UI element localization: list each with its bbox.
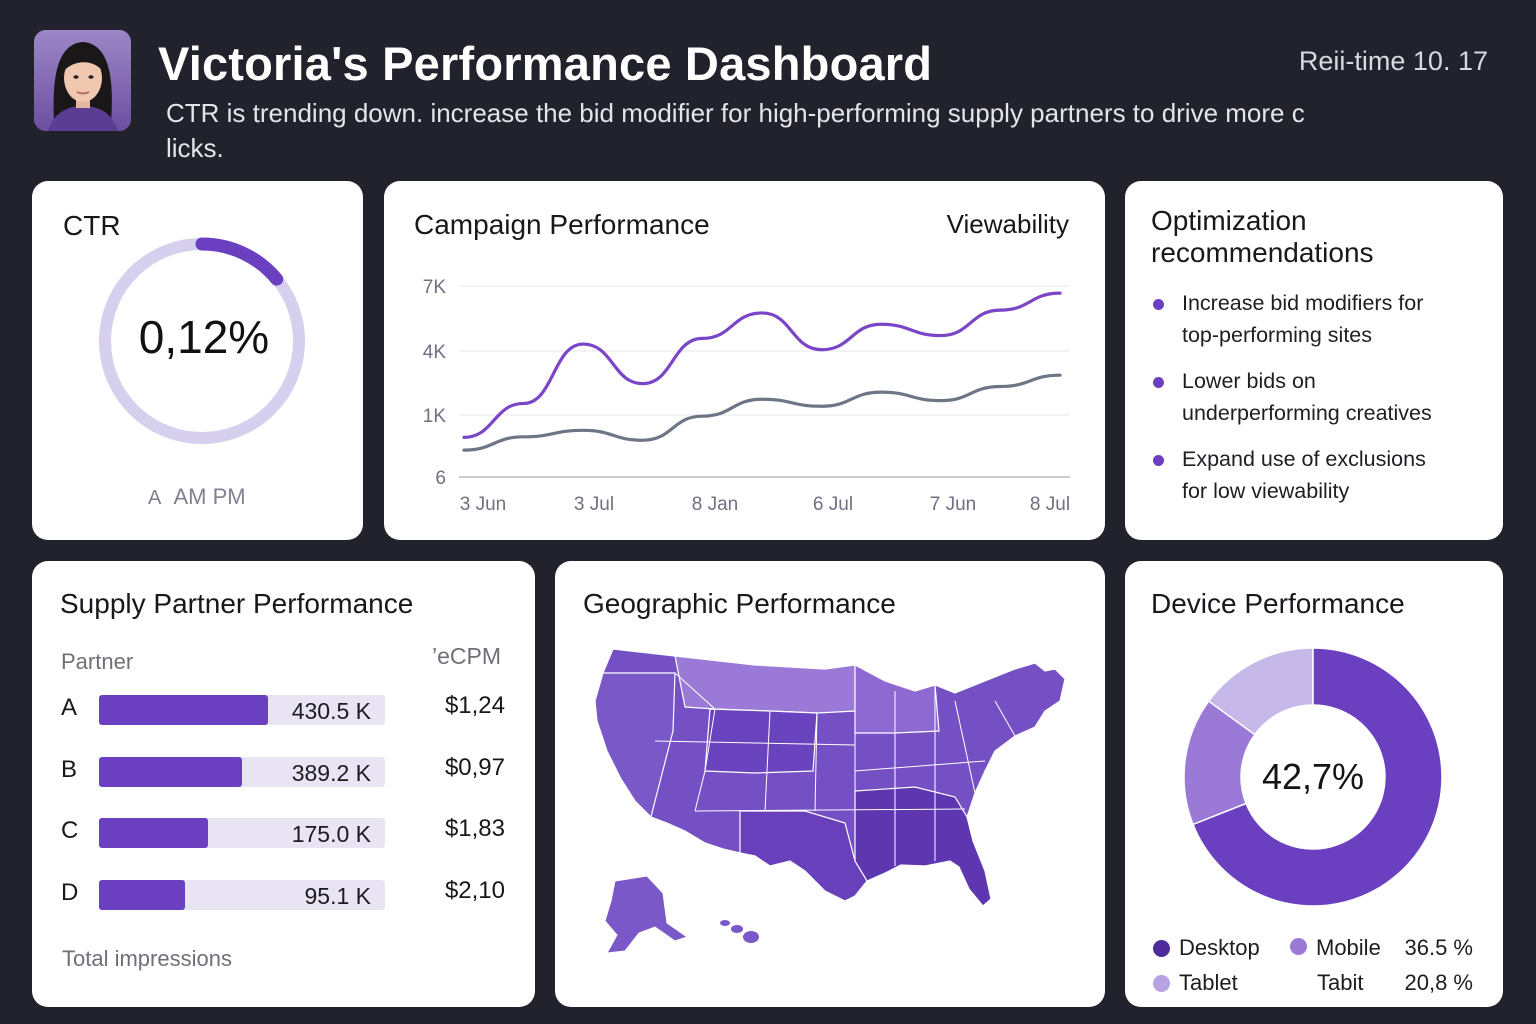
recommendation-text: underperforming creatives [1182,401,1432,425]
impressions-value: 430.5 K [291,698,371,724]
ctr-foot-label: AM PM [173,484,246,509]
legend-mobile-dot-icon [1290,938,1307,955]
column-header-ecpm[interactable]: ’eCPM [432,643,501,670]
y-tick-label: 7K [423,277,447,298]
supply-title: Supply Partner Performance [60,588,414,619]
realtime-clock: Reii-time 10. 17 [1298,46,1488,76]
geographic-performance-card[interactable]: Geographic Performance [555,561,1105,1007]
impressions-bar: 389.2 K [99,757,385,787]
legend-mobile-label[interactable]: Mobile [1316,935,1381,961]
legend-tablet-label[interactable]: Tablet [1179,970,1238,996]
x-tick-label: 3 Jun [460,494,506,515]
column-header-partner[interactable]: Partner [61,649,133,675]
partner-row[interactable]: C 175.0 K $1,83 [32,813,535,853]
x-tick-label: 8 Jul [1030,494,1070,515]
ctr-card[interactable]: CTR 0,12% A AM PM [32,181,363,540]
us-northwest-region [674,655,856,714]
partner-name: D [61,879,79,906]
recommendation-text: top-performing sites [1182,323,1372,347]
recommendations-card: Optimization recommendations Increase bi… [1125,181,1503,540]
bullet-dot-icon [1153,455,1164,466]
series-line [462,291,1062,439]
impressions-value: 389.2 K [291,760,371,786]
impressions-bar-fill [99,818,208,848]
campaign-line-chart: 7K 4K 1K 6 3 Jun 3 Jul 8 Jan 6 Jul 7 Jun 8 Jul [423,277,1070,515]
impressions-value: 175.0 K [291,821,371,847]
impressions-bar-fill [99,757,242,787]
us-midwest-region [854,664,940,734]
impressions-bar-fill [99,880,185,910]
impressions-bar-fill [99,695,268,725]
impressions-bar: 175.0 K [99,818,385,848]
supply-partner-card[interactable]: Supply Partner Performance Partner ’eCPM… [32,561,535,1007]
legend-tablet-dot-icon [1153,975,1170,992]
recommendation-item[interactable]: Expand use of exclusions for low viewabi… [1153,443,1493,507]
ctr-value: 0,12% [139,311,269,363]
recs-title-line-1: Optimization [1151,205,1307,236]
x-tick-label: 7 Jun [930,494,976,515]
ecpm-value: $0,97 [444,754,505,781]
partner-row[interactable]: B 389.2 K $0,97 [32,752,535,792]
page-title: Victoria's Performance Dashboard [158,37,933,90]
bullet-dot-icon [1153,299,1164,310]
partner-name: C [61,817,79,844]
campaign-performance-card[interactable]: Campaign Performance Viewability 7K 4K 1K 6… [384,181,1105,540]
partner-row[interactable]: D 95.1 K $2,10 [32,875,535,915]
partner-name: B [61,756,78,783]
us-alaska-region [604,875,689,954]
ecpm-value: $2,10 [444,877,505,904]
x-tick-label: 3 Jul [574,494,614,515]
recommendation-list: Increase bid modifiers for top-performin… [1153,287,1493,521]
us-mountain-region [704,708,818,774]
recs-title-line-2: recommendations [1151,237,1374,268]
legend-tablet-alt-label: Tabit [1317,970,1364,995]
legend-mobile-value: 36.5 % [1404,935,1474,960]
bullet-dot-icon [1153,377,1164,388]
recommendation-text: Expand use of exclusions [1182,447,1426,471]
ecpm-value: $1,24 [444,692,505,719]
impressions-bar: 430.5 K [99,695,385,725]
recommendation-text: Lower bids on [1182,369,1316,393]
ecpm-value: $1,83 [444,815,505,842]
y-tick-label: 6 [435,468,446,489]
avatar[interactable] [34,30,131,131]
ctr-ring-progress [195,237,284,286]
legend-desktop-dot-icon [1153,940,1170,957]
recommendation-text: Increase bid modifiers for [1182,291,1424,315]
y-tick-label: 1K [423,406,447,427]
recommendation-item[interactable]: Increase bid modifiers for top-performin… [1153,287,1493,351]
partner-row[interactable]: A 430.5 K $1,24 [32,690,535,730]
legend-desktop-label[interactable]: Desktop [1179,935,1260,961]
x-tick-label: 8 Jan [692,494,738,515]
x-tick-label: 6 Jul [813,494,853,515]
impressions-bar: 95.1 K [99,880,385,910]
recommendation-item[interactable]: Lower bids on underperforming creatives [1153,365,1493,429]
legend-tablet-value: 20,8 % [1404,970,1474,995]
ctr-time-range[interactable]: A AM PM [148,484,246,510]
insight-message: CTR is trending down. increase the bid m… [166,96,1406,166]
partner-name: A [61,694,78,721]
recs-title: Optimization recommendations [1151,205,1374,269]
impressions-value: 95.1 K [304,883,372,909]
ctr-foot-prefix: A [148,487,162,509]
recommendation-text: for low viewability [1182,479,1350,503]
avatar-portrait [34,30,131,131]
insight-line-1: CTR is trending down. increase the bid m… [166,98,1305,128]
insight-line-2: licks. [166,133,224,163]
device-performance-card[interactable]: Device Performance 42,7% Desktop Mobile … [1125,561,1503,1007]
device-center-value: 42,7% [1262,756,1364,797]
us-map[interactable] [555,561,1105,1007]
us-hawaii-region [720,920,759,943]
y-tick-label: 4K [423,342,447,363]
total-impressions-label: Total impressions [62,946,232,971]
series-line [462,373,1062,452]
